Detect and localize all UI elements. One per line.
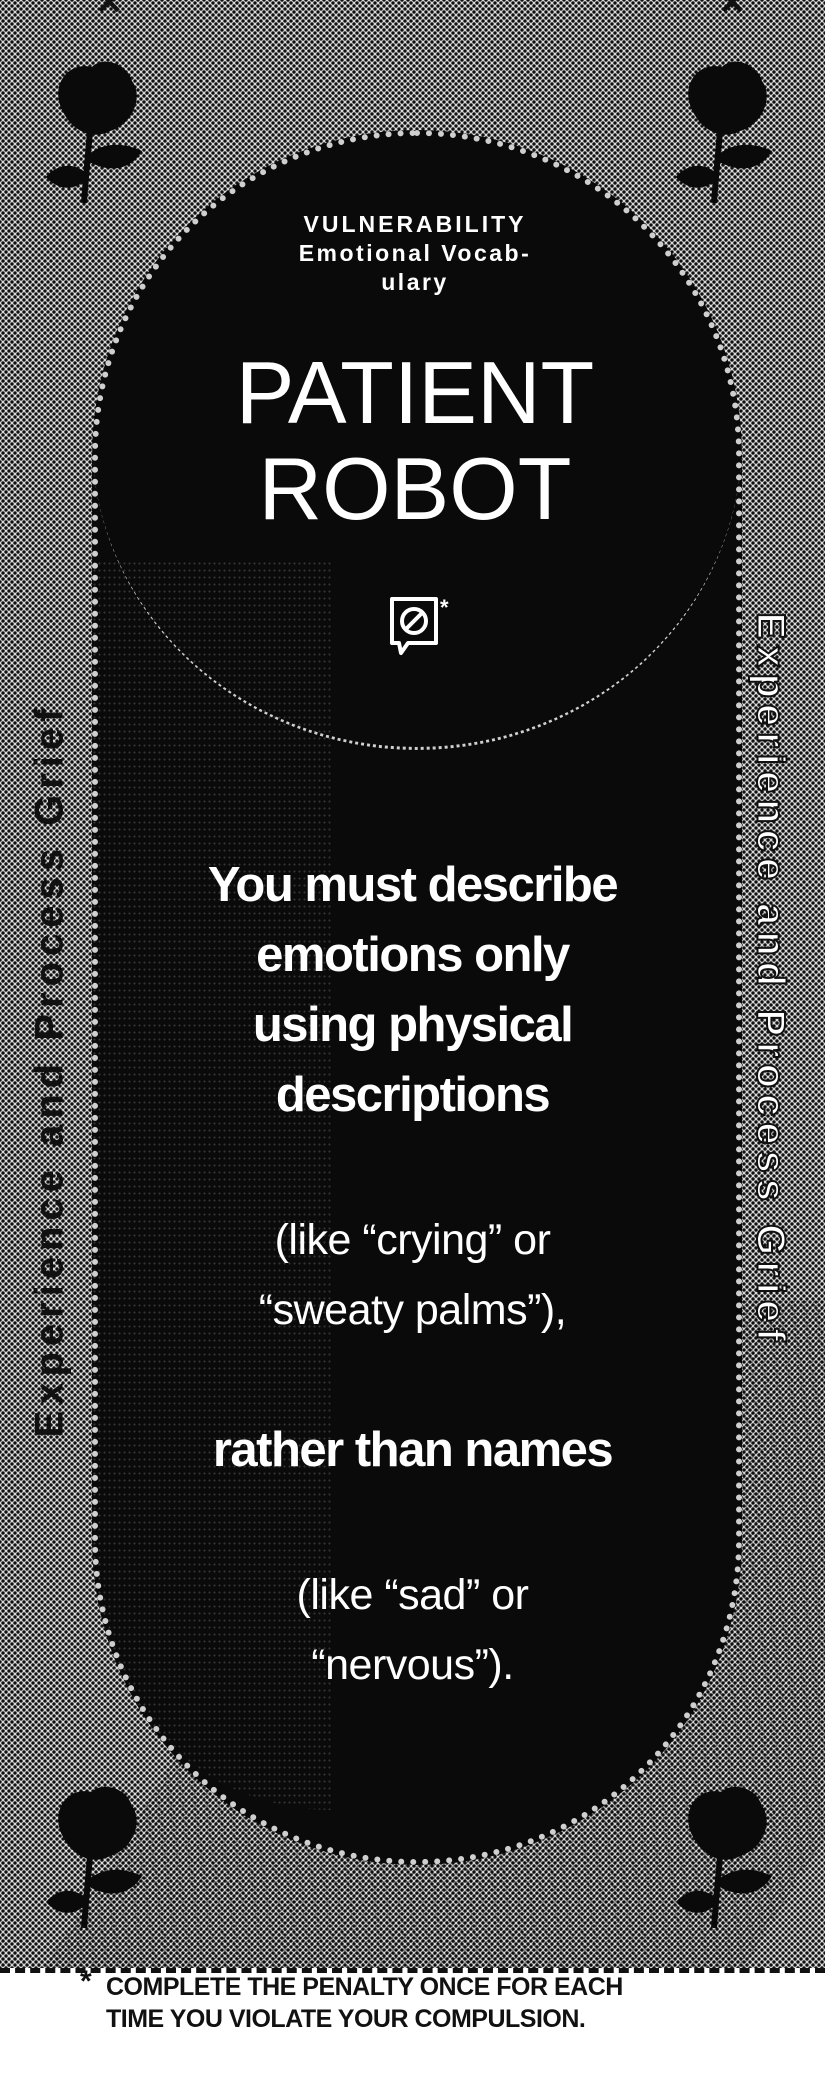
rule-contrast: rather than names	[150, 1415, 675, 1485]
side-label-right: Experience and Process Grief	[748, 612, 794, 1349]
rule-line: rather than names	[212, 1423, 614, 1477]
rule-example-names: (like “sad” or “nervous”).	[150, 1560, 675, 1700]
card-title: PATIENT ROBOT	[160, 345, 670, 537]
rose-icon	[46, 61, 142, 204]
footnote-asterisk: *	[80, 1965, 92, 1998]
title-line: PATIENT	[235, 343, 595, 442]
rose-icon	[46, 1786, 142, 1929]
badge-asterisk: *	[440, 595, 449, 620]
rule-example-line: (like “crying” or	[274, 1216, 551, 1264]
rule-line: emotions only	[256, 928, 570, 982]
rule-statement: You must describe emotions only using ph…	[150, 850, 675, 1130]
no-symbol-speech-bubble-icon: *	[390, 595, 449, 655]
title-line: ROBOT	[258, 439, 572, 538]
penalty-card: ✕ ✕ ✕ ✕ VULNERABILITY Emotional Vocab- u…	[0, 0, 825, 2100]
x-mark-icon: ✕	[95, 0, 124, 22]
rule-example-line: “nervous”).	[311, 1641, 514, 1689]
rose-icon	[676, 61, 772, 204]
footnote-line: TIME YOU VIOLATE YOUR COMPULSION.	[106, 2005, 586, 2033]
rose-icon	[676, 1786, 772, 1929]
rule-line: You must describe	[207, 858, 619, 912]
rule-example-physical: (like “crying” or “sweaty palms”),	[150, 1205, 675, 1345]
footnote-text: COMPLETE THE PENALTY ONCE FOR EACH TIME …	[106, 1971, 623, 2035]
category-line: Emotional Vocab-	[298, 240, 532, 266]
rule-example-line: (like “sad” or	[296, 1571, 529, 1619]
rule-line: descriptions	[275, 1068, 551, 1122]
rule-example-line: “sweaty palms”),	[258, 1286, 567, 1334]
category-line: ulary	[381, 269, 449, 295]
category-label: VULNERABILITY Emotional Vocab- ulary	[215, 210, 615, 297]
rule-line: using physical	[252, 998, 574, 1052]
footnote-line: COMPLETE THE PENALTY ONCE FOR EACH	[106, 1973, 623, 2001]
category-line: VULNERABILITY	[303, 211, 527, 237]
x-mark-icon: ✕	[718, 0, 747, 22]
side-label-left: Experience and Process Grief	[27, 702, 72, 1438]
